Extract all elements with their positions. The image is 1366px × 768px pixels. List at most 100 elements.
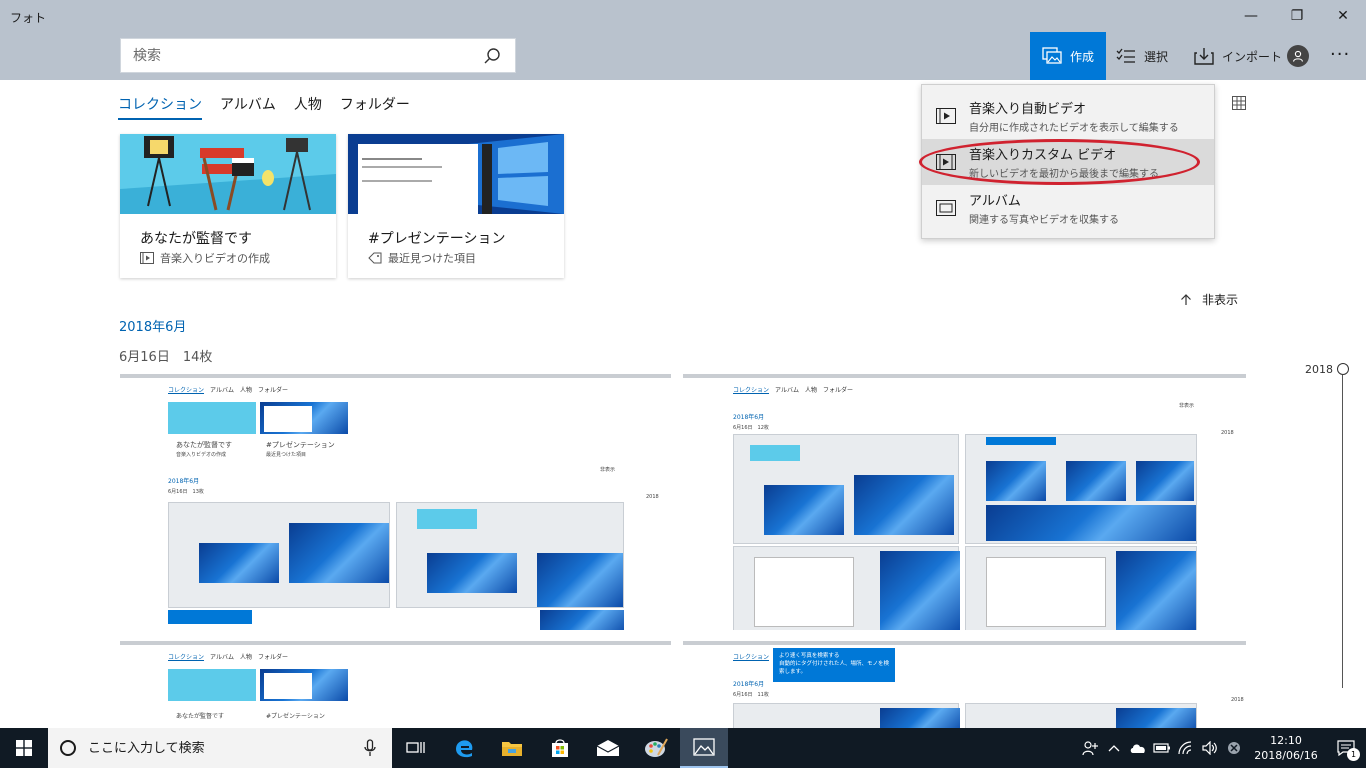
card-director-subtitle-row: 音楽入りビデオの作成 [140, 250, 270, 266]
tooltip-title: より速く写真を検索する [779, 653, 840, 659]
director-illustration [120, 134, 336, 214]
search-box[interactable] [120, 38, 516, 73]
create-button[interactable]: 作成 [1030, 32, 1106, 80]
tag-icon [368, 252, 382, 264]
timeline-scrubber[interactable] [1342, 375, 1343, 688]
hide-toggle[interactable]: 非表示 [1180, 291, 1238, 308]
photo-thumbnail-3[interactable]: コレクション アルバム 人物 フォルダー あなたが監督です #プレゼンテーション [120, 641, 671, 728]
paint-palette-icon [645, 738, 668, 757]
mini-tabs: コレクションアルバム人物フォルダー [733, 387, 853, 394]
taskbar-search[interactable] [48, 728, 392, 768]
photo-thumbnail-2[interactable]: コレクション アルバム 人物 フォルダー 非表示 2018年6月 6月16日 12枚 … [683, 374, 1246, 630]
file-explorer-button[interactable] [488, 728, 536, 768]
menu-item-auto-video[interactable]: 音楽入り自動ビデオ 自分用に作成されたビデオを表示して編集する [922, 93, 1214, 139]
card-director[interactable]: あなたが監督です 音楽入りビデオの作成 [120, 134, 336, 278]
card-presentation-title: #プレゼンテーション [368, 231, 506, 247]
people-button[interactable] [1078, 728, 1102, 768]
cloud-icon [1130, 744, 1145, 753]
mini-screenshot-g [965, 546, 1197, 630]
onedrive-button[interactable] [1126, 728, 1150, 768]
photos-app-button[interactable] [680, 728, 728, 768]
mini-card-presentation-thumb [260, 402, 348, 434]
photos-icon [693, 738, 715, 756]
cortana-icon [60, 740, 76, 756]
store-button[interactable] [536, 728, 584, 768]
wifi-icon [1178, 741, 1192, 755]
show-hidden-icons-button[interactable] [1102, 728, 1126, 768]
ime-status-button[interactable] [1222, 728, 1246, 768]
wifi-button[interactable] [1174, 728, 1198, 768]
people-icon [1082, 741, 1098, 756]
mini-card-presentation-thumb [260, 669, 348, 701]
mail-button[interactable] [584, 728, 632, 768]
more-options-button[interactable]: ··· [1330, 44, 1350, 65]
mini-tabs: コレクションアルバム人物フォルダー [168, 387, 288, 394]
paint-button[interactable] [632, 728, 680, 768]
mini-day: 6月16日 11枚 [733, 692, 769, 698]
select-button[interactable]: 選択 [1116, 32, 1168, 80]
tab-album[interactable]: アルバム [220, 94, 276, 120]
mini-screenshot-h [733, 703, 960, 728]
action-center-button[interactable]: 1 [1326, 728, 1366, 768]
mini-screenshot-c [540, 610, 624, 630]
search-input[interactable] [121, 39, 461, 72]
clock[interactable]: 12:10 2018/06/16 [1246, 733, 1326, 763]
mini-month: 2018年6月 [168, 478, 200, 485]
album-icon [936, 200, 956, 216]
mini-screenshot-a [168, 502, 390, 608]
taskbar-search-input[interactable] [88, 740, 348, 756]
clock-date: 2018/06/16 [1254, 749, 1318, 762]
photo-thumbnail-1[interactable]: コレクション アルバム 人物 フォルダー あなたが監督です 音楽入りビデオの作成 #プ… [120, 374, 671, 630]
app-header: フォト — ❐ ✕ 作成 選択 [0, 0, 1366, 80]
search-tip-tooltip: より速く写真を検索する 自動的にタグ付けされた人、場所、モノを検索します。 [773, 648, 895, 682]
tooltip-body: 自動的にタグ付けされた人、場所、モノを検索します。 [779, 661, 890, 675]
taskbar: 12:10 2018/06/16 1 [0, 728, 1366, 768]
account-avatar[interactable] [1287, 45, 1309, 67]
close-button[interactable]: ✕ [1320, 0, 1366, 32]
create-icon [1042, 47, 1062, 64]
mini-hide: 非表示 [600, 467, 616, 473]
start-button[interactable] [0, 728, 48, 768]
search-icon[interactable] [483, 47, 501, 65]
edge-button[interactable] [440, 728, 488, 768]
mini-card-director-thumb [168, 669, 256, 701]
card-presentation-subtitle: 最近見つけた項目 [388, 252, 476, 265]
battery-icon [1153, 743, 1170, 753]
tab-folders[interactable]: フォルダー [340, 94, 410, 120]
month-heading[interactable]: 2018年6月 [119, 316, 186, 335]
card-presentation[interactable]: #プレゼンテーション 最近見つけた項目 [348, 134, 564, 278]
mini-day: 6月16日 12枚 [733, 425, 769, 431]
app-title: フォト [10, 11, 47, 25]
mini-card1-title: あなたが監督です [176, 713, 225, 720]
mini-day: 6月16日 13枚 [168, 489, 204, 495]
task-view-icon [406, 742, 425, 753]
mini-screenshot-d [733, 434, 959, 544]
minimize-button[interactable]: — [1228, 0, 1274, 32]
mail-icon [596, 740, 620, 756]
video-icon [140, 252, 154, 264]
card-presentation-subtitle-row: 最近見つけた項目 [368, 250, 476, 266]
card-director-title: あなたが監督です [140, 231, 252, 247]
timeline-year[interactable]: 2018 [1305, 363, 1333, 376]
grid-view-icon[interactable] [1232, 96, 1246, 110]
mini-month: 2018年6月 [733, 414, 765, 421]
task-view-button[interactable] [392, 728, 440, 768]
import-button[interactable]: インポート [1194, 32, 1282, 80]
mini-card1-title: あなたが監督です [176, 441, 232, 449]
presentation-thumbnail-image [348, 134, 564, 214]
volume-button[interactable] [1198, 728, 1222, 768]
tab-collection[interactable]: コレクション [118, 94, 202, 120]
timeline-marker[interactable] [1337, 363, 1349, 375]
edge-icon [456, 740, 473, 758]
mini-screenshot-i [965, 703, 1197, 728]
microphone-icon[interactable] [364, 739, 376, 757]
tab-people[interactable]: 人物 [294, 94, 322, 120]
menu-item-album[interactable]: アルバム 関連する写真やビデオを収集する [922, 185, 1214, 231]
battery-button[interactable] [1150, 728, 1174, 768]
menu-album-desc: 関連する写真やビデオを収集する [969, 215, 1119, 226]
mini-year: 2018 [646, 494, 659, 500]
select-label: 選択 [1144, 49, 1169, 64]
ime-off-icon [1228, 742, 1240, 754]
maximize-button[interactable]: ❐ [1274, 0, 1320, 32]
photo-thumbnail-4[interactable]: コレクションアルバム人物フォルダー 2018年6月 6月16日 11枚 2018 [683, 641, 1246, 728]
